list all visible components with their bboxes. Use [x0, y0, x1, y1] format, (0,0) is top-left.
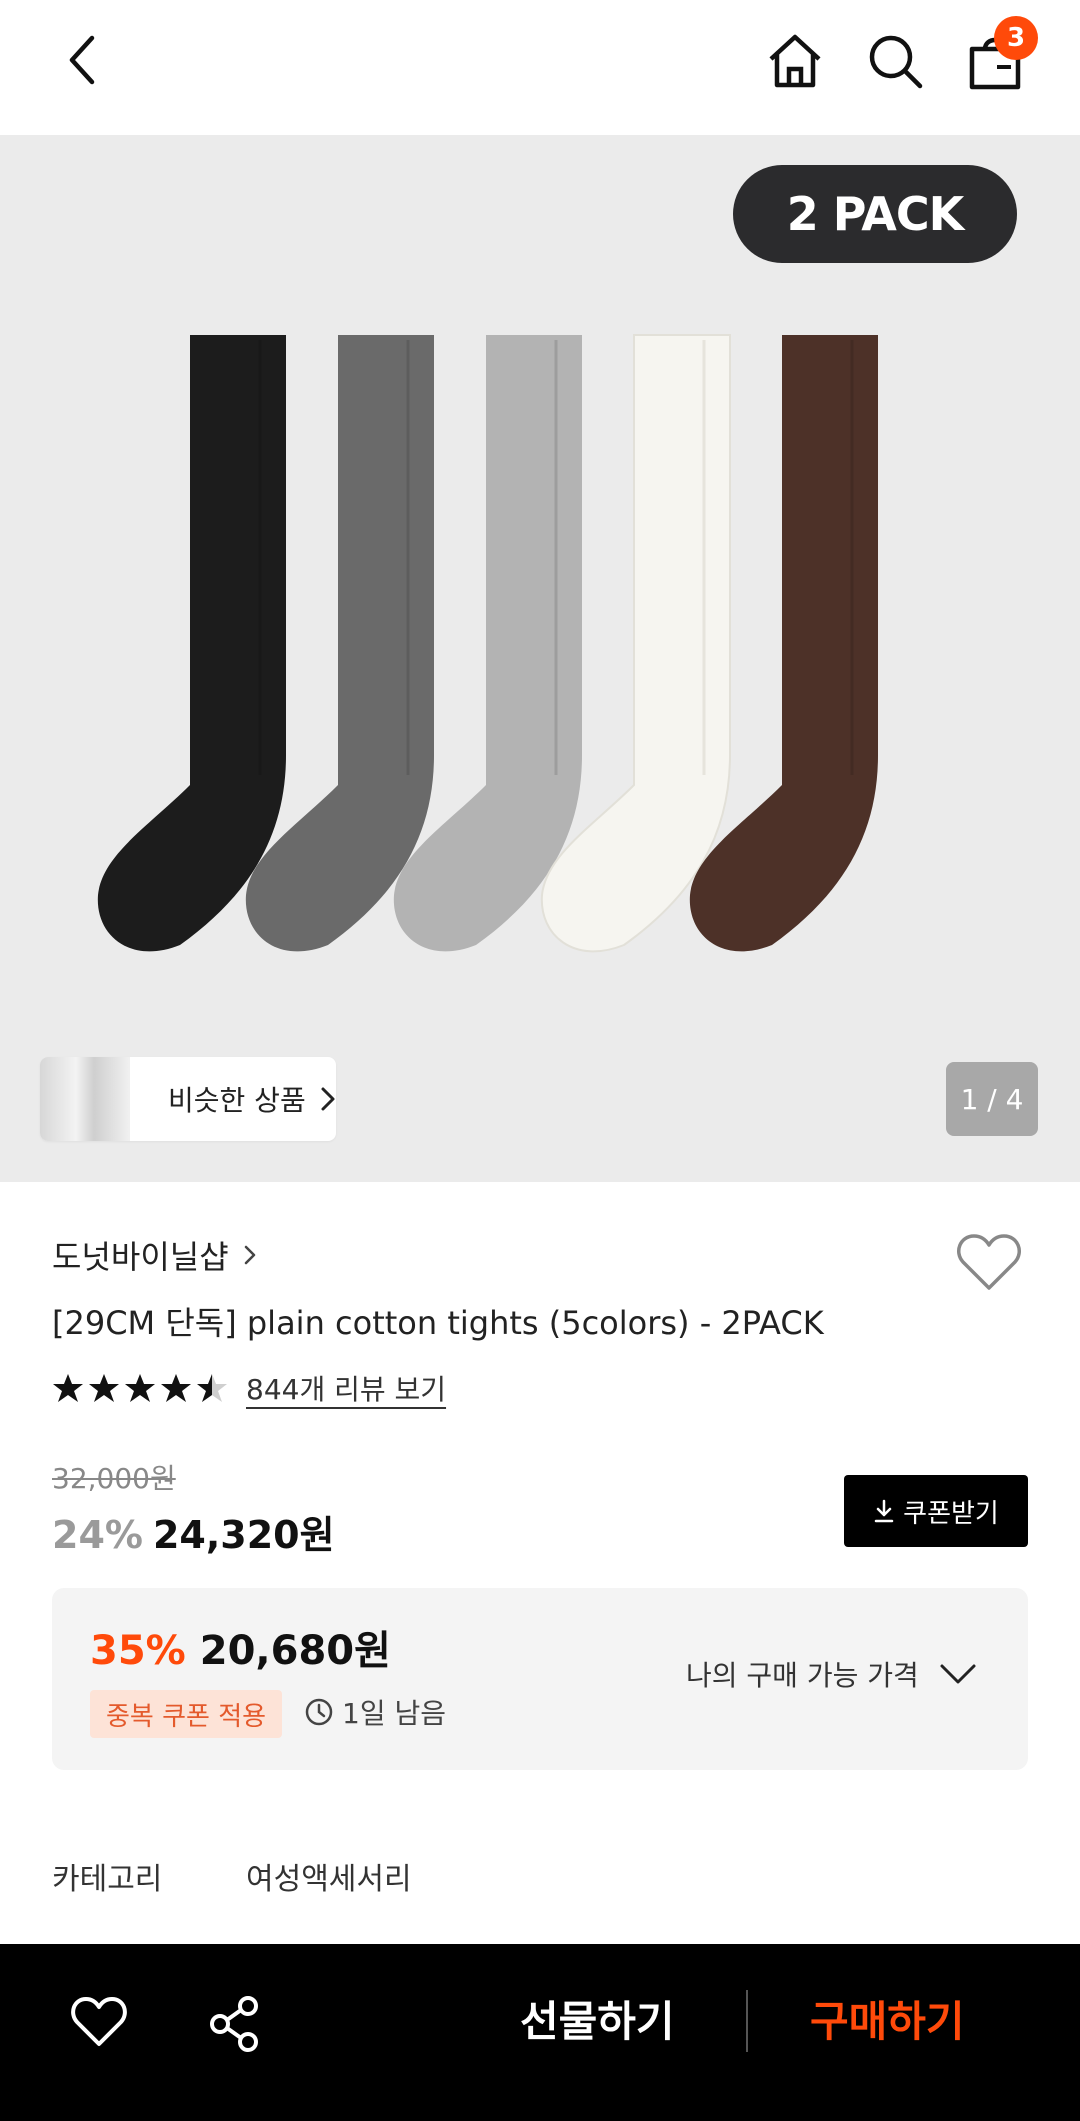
top-navigation-bar: 3	[0, 0, 1080, 135]
time-left-text: 1일 남음	[342, 1697, 446, 1730]
buy-button[interactable]: 구매하기	[810, 1988, 965, 2049]
bottom-action-bar: 선물하기 구매하기	[0, 1944, 1080, 2121]
brand-name: 도넛바이닐샵	[52, 1238, 229, 1276]
rating-stars	[52, 1372, 228, 1404]
pack-badge: 2 PACK	[733, 165, 1017, 263]
star-icon	[125, 1374, 155, 1402]
search-icon	[869, 35, 923, 89]
clock-icon	[305, 1698, 333, 1726]
chevron-left-icon	[69, 35, 95, 85]
review-link[interactable]: 844개 리뷰 보기	[246, 1368, 446, 1408]
share-icon	[210, 1996, 258, 2052]
duplicate-coupon-badge: 중복 쿠폰 적용	[90, 1690, 283, 1738]
similar-products-label: 비슷한 상품	[168, 1084, 306, 1117]
similar-products-button[interactable]: 비슷한 상품	[40, 1057, 336, 1141]
sale-price: 24,320원	[152, 1513, 335, 1557]
wishlist-button[interactable]	[956, 1232, 1026, 1302]
rating-row: 844개 리뷰 보기	[52, 1368, 446, 1408]
best-price-panel[interactable]: 35% 20,680원 중복 쿠폰 적용 1일 남음 나의 구매 가능 가격	[52, 1588, 1028, 1770]
get-coupon-button[interactable]: 쿠폰받기	[844, 1475, 1028, 1547]
gift-button[interactable]: 선물하기	[520, 1988, 675, 2049]
original-price: 32,000원	[52, 1462, 176, 1495]
chevron-down-icon	[940, 1664, 976, 1684]
best-price: 20,680원	[199, 1628, 391, 1674]
star-icon	[53, 1374, 83, 1402]
action-divider	[746, 1990, 748, 2052]
my-price-label: 나의 구매 가능 가격	[686, 1659, 919, 1692]
category-label: 카테고리	[52, 1862, 163, 1897]
product-image-carousel[interactable]: 2 PACK 비슷한 상품 1 / 4	[0, 135, 1080, 1182]
star-icon	[197, 1374, 227, 1402]
category-row: 카테고리 여성액세서리	[52, 1854, 412, 1898]
discount-percent: 24%	[52, 1513, 143, 1557]
chevron-right-icon	[244, 1245, 255, 1265]
share-button[interactable]	[206, 1994, 262, 2054]
product-image	[97, 334, 878, 953]
home-button[interactable]	[762, 28, 828, 94]
get-coupon-label: 쿠폰받기	[903, 1498, 999, 1529]
heart-icon	[957, 1234, 1021, 1290]
bottom-wishlist-button[interactable]	[70, 1996, 130, 2056]
sock-1	[97, 335, 287, 952]
star-icon	[89, 1374, 119, 1402]
time-left: 1일 남음	[304, 1692, 446, 1732]
brand-link[interactable]: 도넛바이닐샵	[52, 1232, 257, 1278]
best-discount-percent: 35%	[90, 1628, 186, 1674]
cart-count-badge: 3	[994, 16, 1038, 60]
category-value[interactable]: 여성액세서리	[246, 1854, 412, 1898]
chevron-right-icon	[321, 1087, 335, 1111]
star-icon	[161, 1374, 191, 1402]
search-button[interactable]	[862, 28, 928, 94]
home-icon	[769, 34, 821, 88]
sale-price-row: 24% 24,320원	[52, 1504, 335, 1559]
my-price-toggle[interactable]: 나의 구매 가능 가격	[686, 1654, 977, 1694]
similar-product-thumbnail	[40, 1057, 130, 1141]
best-price-row: 35% 20,680원	[90, 1618, 391, 1676]
back-button[interactable]	[52, 30, 112, 90]
product-info-section: 도넛바이닐샵 [29CM 단독] plain cotton tights (5c…	[0, 1182, 1080, 1944]
image-counter: 1 / 4	[946, 1062, 1038, 1136]
heart-icon	[71, 1997, 127, 2046]
product-title: [29CM 단독] plain cotton tights (5colors) …	[52, 1304, 824, 1342]
download-icon	[874, 1499, 894, 1523]
